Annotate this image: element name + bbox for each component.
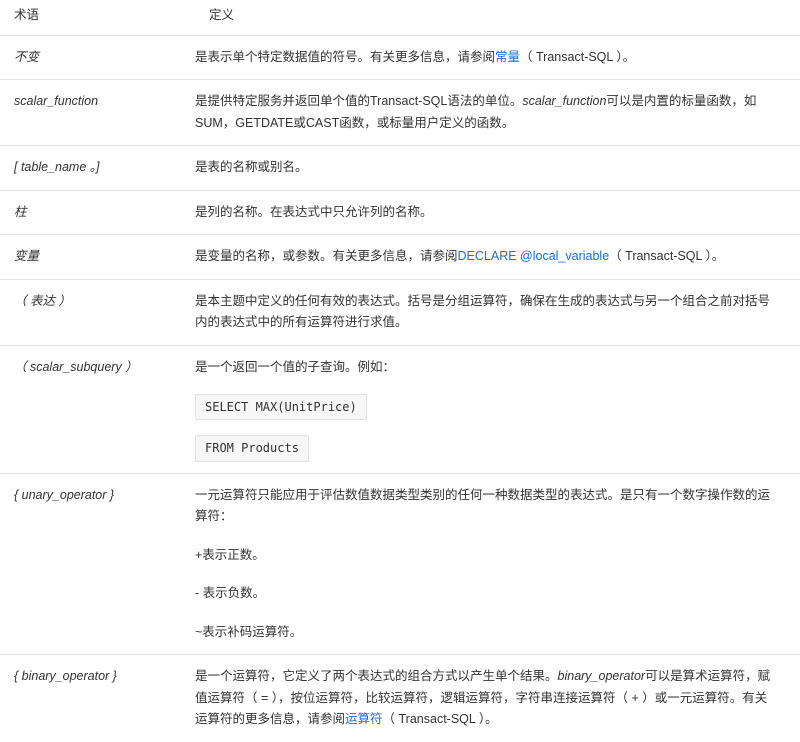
term-label: { binary_operator }	[14, 669, 117, 683]
definition-text: 是本主题中定义的任何有效的表达式。括号是分组运算符，确保在生成的表达式与另一个组…	[195, 294, 770, 330]
definition-text: 是一个返回一个值的子查询。例如：	[195, 360, 395, 374]
table-row: （ 表达 ） 是本主题中定义的任何有效的表达式。括号是分组运算符，确保在生成的表达…	[0, 279, 800, 345]
table-row: scalar_function是提供特定服务并返回单个值的Transact-SQ…	[0, 80, 800, 146]
definition-paragraph: 是一个返回一个值的子查询。例如：	[195, 357, 776, 379]
definition-text: 是变量的名称，或参数。有关更多信息，请参阅	[195, 249, 458, 263]
definition-extra-paragraph: +表示正数。	[195, 545, 776, 567]
table-body: 不变是表示单个特定数据值的符号。有关更多信息，请参阅常量（ Transact-S…	[0, 35, 800, 741]
term-cell: scalar_function	[0, 80, 195, 146]
definition-text: 是表的名称或别名。	[195, 160, 308, 174]
column-header-definition: 定义	[195, 0, 800, 35]
definition-link[interactable]: 运算符	[345, 712, 383, 726]
table-header-row: 术语 定义	[0, 0, 800, 35]
table-head: 术语 定义	[0, 0, 800, 35]
definition-cell: 是提供特定服务并返回单个值的Transact-SQL语法的单位。scalar_f…	[195, 80, 800, 146]
definition-cell: 是变量的名称，或参数。有关更多信息，请参阅DECLARE @local_vari…	[195, 235, 800, 280]
definition-text: （ Transact-SQL ）。	[520, 50, 635, 64]
definition-text: 是提供特定服务并返回单个值的Transact-SQL语法的单位。	[195, 94, 522, 108]
code-block-wrapper: FROM Products	[195, 435, 776, 461]
term-cell: 不变	[0, 35, 195, 80]
definition-text: （ Transact-SQL ）。	[383, 712, 498, 726]
definition-paragraph: 是变量的名称，或参数。有关更多信息，请参阅DECLARE @local_vari…	[195, 246, 776, 268]
code-block[interactable]: FROM Products	[195, 435, 309, 461]
term-cell: （ scalar_subquery ）	[0, 345, 195, 473]
term-cell: 柱	[0, 190, 195, 235]
definition-paragraph: 是本主题中定义的任何有效的表达式。括号是分组运算符，确保在生成的表达式与另一个组…	[195, 291, 776, 334]
definition-extra-paragraph: - 表示负数。	[195, 583, 776, 605]
definition-paragraph: 是表的名称或别名。	[195, 157, 776, 179]
definition-cell: 是列的名称。在表达式中只允许列的名称。	[195, 190, 800, 235]
term-label: [ table_name 。]	[14, 160, 99, 174]
definition-paragraph: 是表示单个特定数据值的符号。有关更多信息，请参阅常量（ Transact-SQL…	[195, 47, 776, 69]
table-row: [ table_name 。] 是表的名称或别名。	[0, 146, 800, 191]
term-label: 柱	[14, 205, 27, 219]
code-block[interactable]: SELECT MAX(UnitPrice)	[195, 394, 367, 420]
definition-extra-paragraph: ~表示补码运算符。	[195, 622, 776, 644]
definition-text: 是表示单个特定数据值的符号。有关更多信息，请参阅	[195, 50, 495, 64]
table-row: { binary_operator } 是一个运算符，它定义了两个表达式的组合方式…	[0, 655, 800, 742]
column-header-term: 术语	[0, 0, 195, 35]
table-row: { unary_operator } 一元运算符只能应用于评估数值数据类型类别的任…	[0, 473, 800, 655]
term-cell: （ 表达 ）	[0, 279, 195, 345]
term-label: 变量	[14, 249, 39, 263]
table-row: （ scalar_subquery ） 是一个返回一个值的子查询。例如： SELEC…	[0, 345, 800, 473]
terms-definitions-table: 术语 定义 不变是表示单个特定数据值的符号。有关更多信息，请参阅常量（ Tran…	[0, 0, 800, 742]
definition-cell: 是一个返回一个值的子查询。例如： SELECT MAX(UnitPrice) FRO…	[195, 345, 800, 473]
table-row: 柱 是列的名称。在表达式中只允许列的名称。	[0, 190, 800, 235]
definition-text: 是列的名称。在表达式中只允许列的名称。	[195, 205, 433, 219]
definition-text: 是一个运算符，它定义了两个表达式的组合方式以产生单个结果。	[195, 669, 558, 683]
term-cell: 变量	[0, 235, 195, 280]
definition-cell: 是一个运算符，它定义了两个表达式的组合方式以产生单个结果。binary_oper…	[195, 655, 800, 742]
term-label: （ scalar_subquery ）	[14, 360, 138, 374]
term-label: scalar_function	[14, 94, 98, 108]
term-cell: { unary_operator }	[0, 473, 195, 655]
definition-link[interactable]: DECLARE @local_variable	[458, 249, 610, 263]
table-row: 变量 是变量的名称，或参数。有关更多信息，请参阅DECLARE @local_va…	[0, 235, 800, 280]
definition-text: 一元运算符只能应用于评估数值数据类型类别的任何一种数据类型的表达式。是只有一个数…	[195, 488, 770, 524]
term-cell: { binary_operator }	[0, 655, 195, 742]
term-label: { unary_operator }	[14, 488, 114, 502]
definition-emphasis: scalar_function	[522, 94, 606, 108]
definition-cell: 是表的名称或别名。	[195, 146, 800, 191]
term-cell: [ table_name 。]	[0, 146, 195, 191]
definition-cell: 是本主题中定义的任何有效的表达式。括号是分组运算符，确保在生成的表达式与另一个组…	[195, 279, 800, 345]
code-block-wrapper: SELECT MAX(UnitPrice)	[195, 394, 776, 420]
definition-cell: 一元运算符只能应用于评估数值数据类型类别的任何一种数据类型的表达式。是只有一个数…	[195, 473, 800, 655]
definition-paragraph: 是提供特定服务并返回单个值的Transact-SQL语法的单位。scalar_f…	[195, 91, 776, 134]
definition-paragraph: 一元运算符只能应用于评估数值数据类型类别的任何一种数据类型的表达式。是只有一个数…	[195, 485, 776, 528]
table-row: 不变 是表示单个特定数据值的符号。有关更多信息，请参阅常量（ Transact-S…	[0, 35, 800, 80]
definition-paragraph: 是一个运算符，它定义了两个表达式的组合方式以产生单个结果。binary_oper…	[195, 666, 776, 731]
definition-link[interactable]: 常量	[495, 50, 520, 64]
definition-text: （ Transact-SQL ）。	[609, 249, 724, 263]
term-label: （ 表达 ）	[14, 294, 71, 308]
definition-cell: 是表示单个特定数据值的符号。有关更多信息，请参阅常量（ Transact-SQL…	[195, 35, 800, 80]
definition-paragraph: 是列的名称。在表达式中只允许列的名称。	[195, 202, 776, 224]
term-label: 不变	[14, 50, 39, 64]
definition-emphasis: binary_operator	[558, 669, 646, 683]
